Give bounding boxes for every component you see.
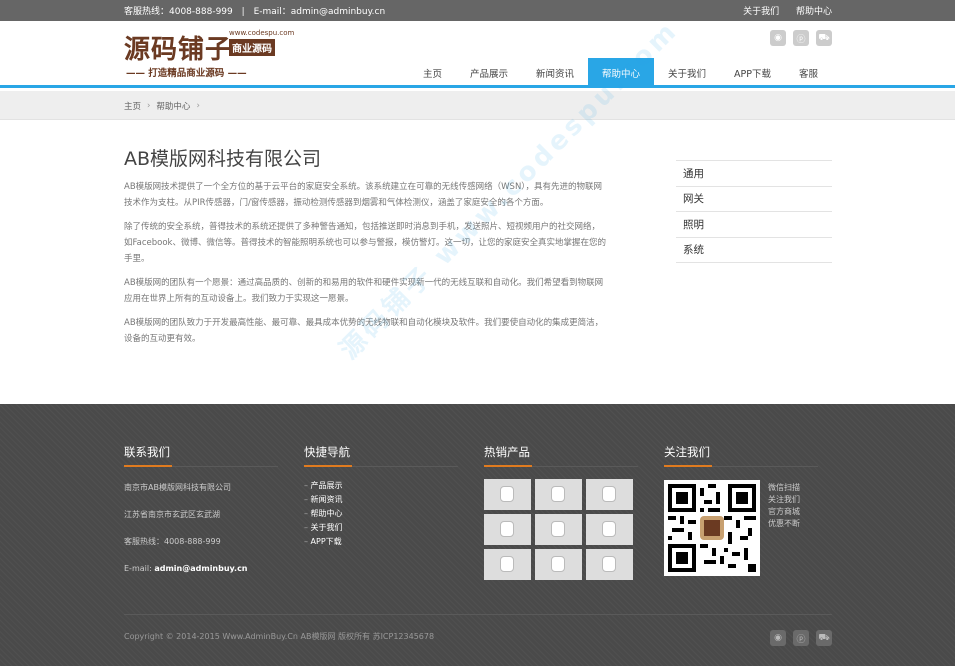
logo-slogan: —— 打造精品商业源码 —— [126, 68, 247, 79]
article-paragraph: AB模版网技术提供了一个全方位的基于云平台的家庭安全系统。该系统建立在可靠的无线… [124, 182, 603, 208]
main-nav: 主页 产品展示 新闻资讯 帮助中心 关于我们 APP下载 客服 [409, 58, 832, 88]
breadcrumb-home[interactable]: 主页 [124, 100, 141, 112]
cart-icon[interactable]: ⛟ [816, 30, 832, 46]
product-thumbnail[interactable] [586, 479, 633, 510]
footer-address: 江苏省南京市玄武区玄武湖 [124, 510, 220, 519]
footer-heading: 热销产品 [484, 444, 638, 467]
chevron-right-icon: › [147, 100, 151, 111]
page-title: AB模版网科技有限公司 [124, 148, 322, 170]
product-thumbnail[interactable] [586, 549, 633, 580]
footer-hotline: 客服热线：4008-888-999 [124, 537, 221, 546]
qr-code [664, 480, 760, 576]
article-body: AB模版网技术提供了一个全方位的基于云平台的家庭安全系统。该系统建立在可靠的无线… [124, 179, 608, 355]
contact-strip: 客服热线：4008-888-999 | E-mail：admin@adminbu… [124, 4, 391, 17]
chevron-right-icon: › [196, 100, 200, 111]
breadcrumb: 主页 › 帮助中心 › [0, 91, 955, 120]
nav-service[interactable]: 客服 [785, 58, 832, 88]
footer-email-link[interactable]: admin@adminbuy.cn [154, 564, 247, 573]
footer-contact: 联系我们 南京市AB模版网科技有限公司 江苏省南京市玄武区玄武湖 客服热线：40… [124, 444, 278, 575]
breadcrumb-current[interactable]: 帮助中心 [156, 100, 190, 112]
side-nav: 通用 网关 照明 系统 [676, 160, 832, 263]
footer-link[interactable]: 帮助中心 [304, 507, 458, 521]
top-link-about[interactable]: 关于我们 [743, 7, 779, 17]
weibo-icon[interactable]: ◉ [770, 30, 786, 46]
follow-line: 官方商城 [768, 507, 800, 516]
nav-products[interactable]: 产品展示 [456, 58, 522, 88]
product-thumbnail[interactable] [484, 549, 531, 580]
article-paragraph: AB模版网的团队有一个愿景：通过高品质的、创新的和易用的软件和硬件实现新一代的无… [124, 278, 604, 304]
nav-home[interactable]: 主页 [409, 58, 456, 88]
pinterest-icon[interactable]: ⓟ [793, 30, 809, 46]
article-paragraph: AB模版网的团队致力于开发最高性能、最可靠、最具成本优势的无线物联和自动化模块及… [124, 318, 604, 344]
top-bar: 客服热线：4008-888-999 | E-mail：admin@adminbu… [0, 0, 955, 21]
footer-company: 南京市AB模版网科技有限公司 [124, 483, 231, 492]
footer-heading: 快捷导航 [304, 444, 458, 467]
nav-help[interactable]: 帮助中心 [587, 58, 654, 88]
logo-url: www.codespu.com [229, 29, 295, 37]
follow-line: 微信扫描 [768, 483, 800, 492]
footer-email: E-mail: admin@adminbuy.cn [124, 562, 278, 575]
divider: | [241, 7, 245, 17]
follow-line: 优惠不断 [768, 519, 800, 528]
product-thumbnail[interactable] [535, 479, 582, 510]
hotline-text: 客服热线：4008-888-999 [124, 7, 233, 17]
side-nav-general[interactable]: 通用 [676, 161, 832, 187]
site-logo[interactable]: 源码铺子 www.codespu.com 商业源码 —— 打造精品商业源码 —— [124, 29, 294, 81]
footer-heading: 联系我们 [124, 444, 278, 467]
footer-quick-nav: 快捷导航 产品展示 新闻资讯 帮助中心 关于我们 APP下载 [304, 444, 458, 549]
footer-products: 热销产品 [484, 444, 638, 580]
footer-link[interactable]: 关于我们 [304, 521, 458, 535]
weibo-icon[interactable]: ◉ [770, 630, 786, 646]
copyright: Copyright © 2014-2015 Www.AdminBuy.Cn AB… [124, 614, 832, 642]
nav-news[interactable]: 新闻资讯 [522, 58, 588, 88]
side-nav-gateway[interactable]: 网关 [676, 187, 832, 212]
logo-tag: 商业源码 [229, 39, 275, 56]
cart-icon[interactable]: ⛟ [816, 630, 832, 646]
article-paragraph: 除了传统的安全系统，普得技术的系统还提供了多种警告通知，包括推送即时消息到手机，… [124, 222, 606, 264]
footer-link[interactable]: 产品展示 [304, 479, 458, 493]
footer: 联系我们 南京市AB模版网科技有限公司 江苏省南京市玄武区玄武湖 客服热线：40… [0, 404, 955, 666]
product-thumbnail[interactable] [484, 479, 531, 510]
logo-name: 源码铺子 [124, 35, 233, 65]
pinterest-icon[interactable]: ⓟ [793, 630, 809, 646]
top-link-help[interactable]: 帮助中心 [796, 7, 832, 17]
header: 源码铺子 www.codespu.com 商业源码 —— 打造精品商业源码 ——… [0, 21, 955, 88]
follow-line: 关注我们 [768, 495, 800, 504]
footer-follow: 关注我们 微信扫描 关注我们 官方商城 优惠不断 [664, 444, 818, 576]
product-thumbnail[interactable] [484, 514, 531, 545]
email-text: E-mail：admin@adminbuy.cn [253, 7, 386, 17]
footer-email-label: E-mail: [124, 564, 155, 573]
product-thumbnail[interactable] [535, 549, 582, 580]
side-nav-lighting[interactable]: 照明 [676, 212, 832, 238]
side-nav-system[interactable]: 系统 [676, 238, 832, 263]
product-thumbnail[interactable] [535, 514, 582, 545]
nav-about[interactable]: 关于我们 [654, 58, 720, 88]
footer-link[interactable]: 新闻资讯 [304, 493, 458, 507]
product-thumbnail[interactable] [586, 514, 633, 545]
nav-app[interactable]: APP下载 [720, 58, 785, 88]
footer-heading: 关注我们 [664, 444, 818, 467]
footer-link[interactable]: APP下载 [304, 535, 458, 549]
